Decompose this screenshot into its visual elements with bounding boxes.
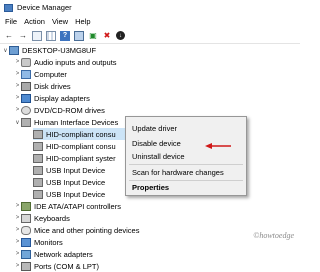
menu-bar: File Action View Help [0, 15, 300, 28]
computer-screen-icon[interactable] [74, 30, 84, 41]
keyboard-icon [21, 213, 31, 223]
tree-item-label: DVD/CD-ROM drives [34, 105, 105, 115]
title-bar: Device Manager [0, 0, 300, 15]
tree-item-display[interactable]: > Display adapters [14, 92, 90, 104]
context-update-driver[interactable]: Update driver [132, 124, 177, 133]
tree-item-disk-drives[interactable]: > Disk drives [14, 80, 71, 92]
chevron-right-icon[interactable]: > [14, 251, 21, 257]
tree-item-hid[interactable]: ∨ Human Interface Devices [14, 116, 118, 128]
hid-device-icon [33, 165, 43, 175]
tree-item-label: USB Input Device [46, 177, 106, 187]
hid-device-icon [33, 177, 43, 187]
tree-subitem-usb-2[interactable]: USB Input Device [33, 176, 105, 188]
tree-root-label: DESKTOP-U3MG8UF [22, 45, 97, 55]
chevron-right-icon[interactable]: > [14, 239, 21, 245]
tree-item-label: Audio inputs and outputs [34, 57, 117, 67]
menu-action[interactable]: Action [24, 17, 45, 26]
hid-device-icon [33, 129, 43, 139]
monitor-icon [21, 237, 31, 247]
grid-view-icon[interactable] [46, 30, 56, 41]
tree-subitem-hid-consumer-2[interactable]: HID-compliant consu [33, 140, 116, 152]
menu-view[interactable]: View [52, 17, 68, 26]
forward-arrow-icon[interactable]: → [18, 31, 28, 41]
hid-device-icon [33, 141, 43, 151]
display-adapter-icon [21, 93, 31, 103]
tree-item-label: Display adapters [34, 93, 90, 103]
remove-device-icon[interactable]: ✖ [102, 31, 112, 41]
chevron-right-icon[interactable]: > [14, 215, 21, 221]
context-separator [129, 180, 243, 181]
tree-item-network[interactable]: > Network adapters [14, 248, 93, 260]
tree-item-label: HID-compliant syster [46, 153, 116, 163]
context-uninstall-device[interactable]: Uninstall device [132, 152, 185, 161]
properties-icon[interactable] [32, 30, 42, 41]
chevron-down-icon[interactable]: ∨ [2, 47, 9, 54]
tree-item-label: USB Input Device [46, 165, 106, 175]
dvd-drive-icon [21, 105, 31, 115]
toolbar: ← → ? ▣ ✖ ↓ [0, 28, 300, 44]
chevron-right-icon[interactable]: > [14, 83, 21, 89]
hid-device-icon [33, 153, 43, 163]
tree-item-ports[interactable]: > Ports (COM & LPT) [14, 260, 99, 272]
hid-device-icon [33, 189, 43, 199]
port-icon [21, 261, 31, 271]
watermark: ©howtoedge [253, 231, 294, 240]
tree-item-label: Ports (COM & LPT) [34, 261, 100, 271]
menu-help[interactable]: Help [75, 17, 90, 26]
tree-item-dvd[interactable]: > DVD/CD-ROM drives [14, 104, 105, 116]
ide-controller-icon [21, 201, 31, 211]
help-icon[interactable]: ? [60, 30, 70, 41]
tree-item-label: Mice and other pointing devices [34, 225, 140, 235]
tree-item-computer[interactable]: > Computer [14, 68, 67, 80]
chevron-right-icon[interactable]: > [14, 95, 21, 101]
chevron-right-icon[interactable]: > [14, 227, 21, 233]
context-scan-hardware[interactable]: Scan for hardware changes [132, 168, 224, 177]
context-menu: Update driver Disable device Uninstall d… [125, 116, 247, 196]
disk-icon [21, 81, 31, 91]
tree-item-mice[interactable]: > Mice and other pointing devices [14, 224, 139, 236]
tree-item-label: Disk drives [34, 81, 71, 91]
tree-subitem-usb-3[interactable]: USB Input Device [33, 188, 105, 200]
context-properties[interactable]: Properties [132, 183, 169, 192]
tree-root[interactable]: ∨ DESKTOP-U3MG8UF [2, 44, 96, 56]
chevron-right-icon[interactable]: > [14, 107, 21, 113]
tree-item-label: Keyboards [34, 213, 70, 223]
device-manager-icon [4, 3, 13, 12]
window-title: Device Manager [17, 3, 72, 12]
tree-item-audio[interactable]: > Audio inputs and outputs [14, 56, 117, 68]
tree-item-label: Human Interface Devices [34, 117, 119, 127]
tree-item-label: IDE ATA/ATAPI controllers [34, 201, 121, 211]
annotation-arrow-icon [205, 143, 231, 149]
speaker-icon [21, 57, 31, 67]
tree-item-monitors[interactable]: > Monitors [14, 236, 63, 248]
chevron-right-icon[interactable]: > [14, 263, 21, 269]
tree-subitem-hid-consumer-1[interactable]: HID-compliant consu [33, 128, 127, 140]
tree-item-label: Network adapters [34, 249, 93, 259]
chevron-right-icon[interactable]: > [14, 59, 21, 65]
chevron-right-icon[interactable]: > [14, 203, 21, 209]
tree-item-label: Monitors [34, 237, 63, 247]
tree-subitem-usb-1[interactable]: USB Input Device [33, 164, 105, 176]
update-driver-icon[interactable]: ↓ [116, 31, 125, 40]
tree-item-label: USB Input Device [46, 189, 106, 199]
context-separator [129, 164, 243, 165]
scan-hardware-icon[interactable]: ▣ [88, 31, 98, 41]
tree-item-ide[interactable]: > IDE ATA/ATAPI controllers [14, 200, 121, 212]
tree-item-label: HID-compliant consu [46, 141, 116, 151]
chevron-right-icon[interactable]: > [14, 71, 21, 77]
computer-icon [21, 69, 31, 79]
back-arrow-icon[interactable]: ← [4, 31, 14, 41]
tree-item-label: Computer [34, 69, 67, 79]
hid-icon [21, 117, 31, 127]
chevron-down-icon[interactable]: ∨ [14, 119, 21, 126]
tree-subitem-hid-system[interactable]: HID-compliant syster [33, 152, 116, 164]
context-disable-device[interactable]: Disable device [132, 139, 181, 148]
menu-file[interactable]: File [5, 17, 17, 26]
mouse-icon [21, 225, 31, 235]
network-adapter-icon [21, 249, 31, 259]
computer-icon [9, 45, 19, 55]
tree-item-label: HID-compliant consu [46, 129, 116, 139]
tree-item-keyboards[interactable]: > Keyboards [14, 212, 70, 224]
